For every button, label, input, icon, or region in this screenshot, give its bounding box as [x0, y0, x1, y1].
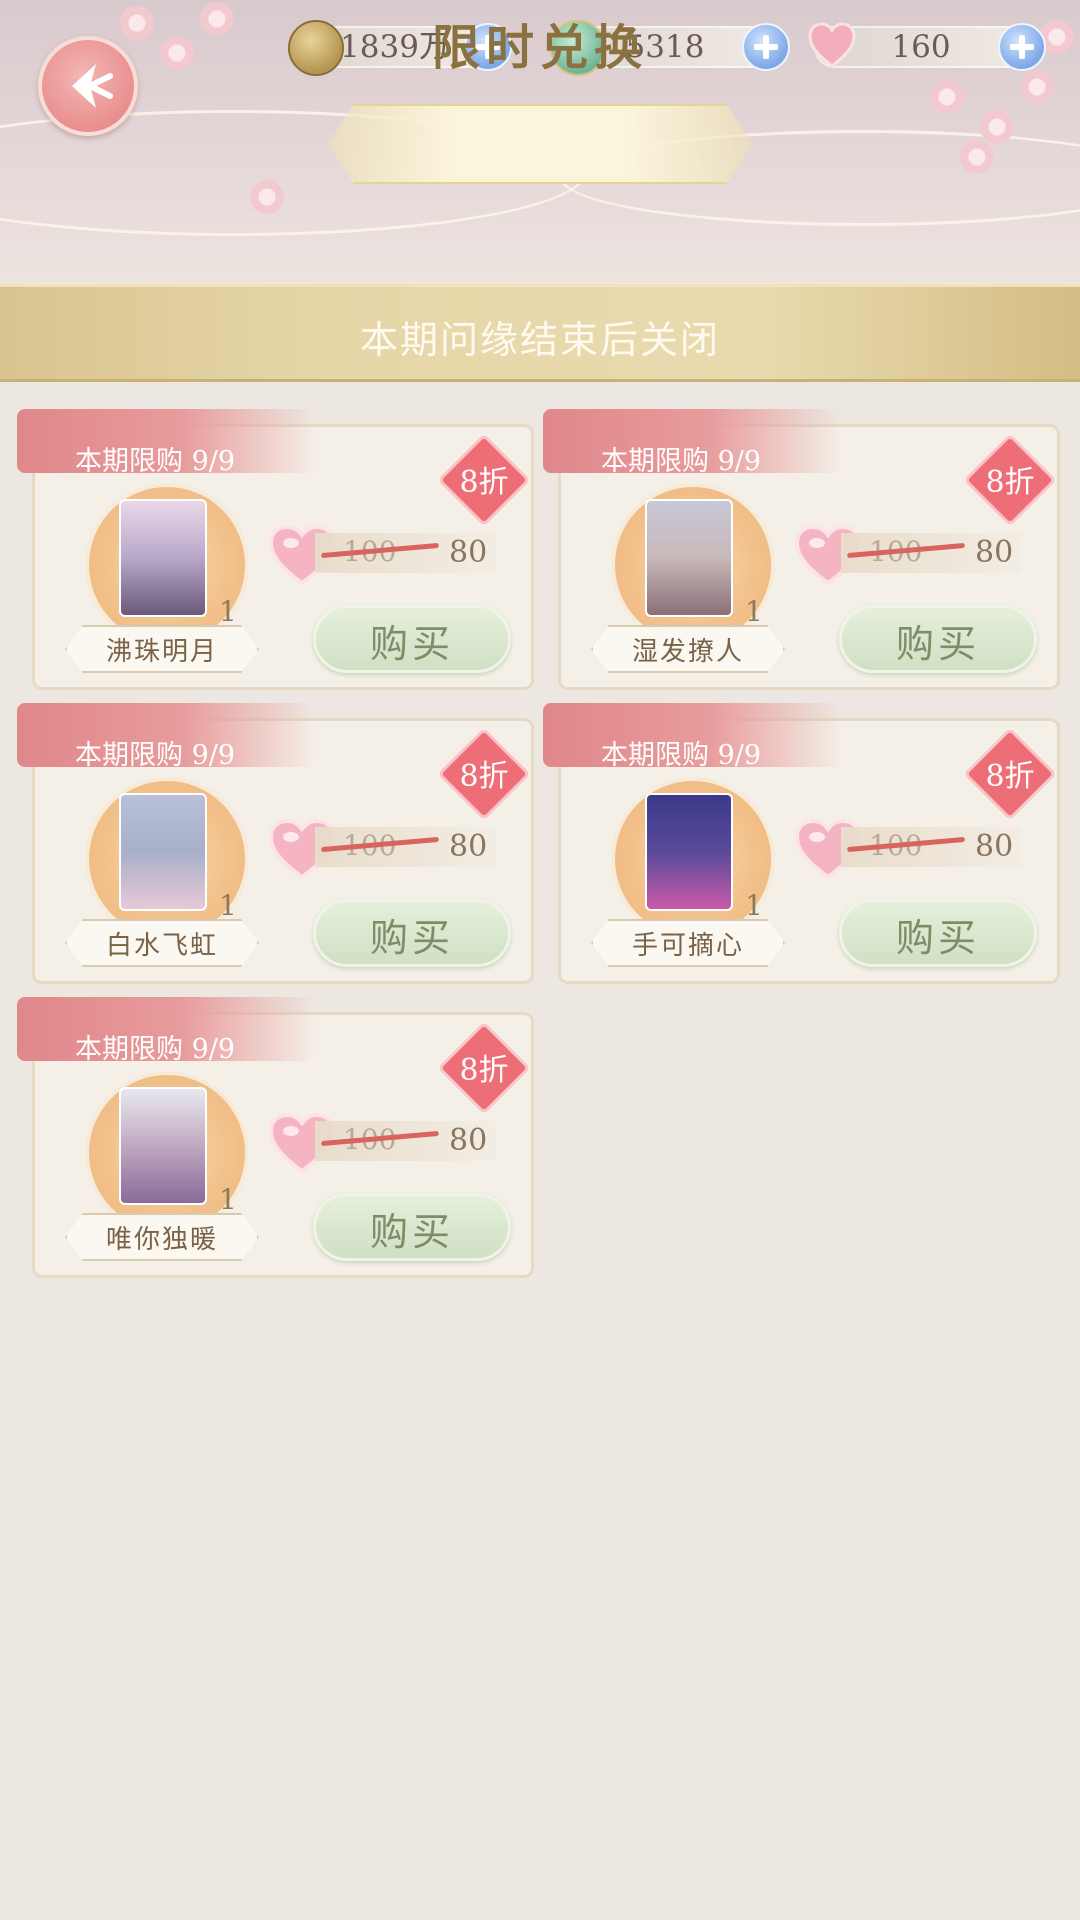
card-art[interactable] [119, 499, 207, 617]
item-name: 唯你独暖 [105, 1225, 218, 1255]
discount-label: 8折 [459, 465, 509, 500]
buy-button-label[interactable]: 购买 [313, 613, 511, 668]
buy-button-label[interactable]: 购买 [313, 1201, 511, 1256]
card-art[interactable] [645, 793, 733, 911]
item-quantity: 1 [745, 889, 763, 922]
item-quantity: 1 [219, 889, 237, 922]
purchase-limit: 本期限购 9/9 [75, 740, 236, 771]
purchase-limit: 本期限购 9/9 [601, 446, 762, 477]
item-quantity: 1 [219, 1183, 237, 1216]
sale-price: 80 [449, 1123, 488, 1158]
item-name: 沸珠明月 [105, 637, 218, 667]
blossom-decor [960, 140, 994, 174]
shop-item-card: 本期限购 9/9 8折 1 白水飞虹 100 80 购买 [17, 703, 534, 984]
blossom-decor [250, 180, 284, 214]
buy-button-label[interactable]: 购买 [313, 907, 511, 962]
purchase-limit: 本期限购 9/9 [75, 446, 236, 477]
card-art[interactable] [119, 1087, 207, 1205]
item-name: 手可摘心 [631, 931, 744, 961]
shop-item-card: 本期限购 9/9 8折 1 沸珠明月 100 80 购买 [17, 409, 534, 690]
shop-item-card: 本期限购 9/9 8折 1 手可摘心 100 80 购买 [543, 703, 1060, 984]
title-plaque [328, 104, 752, 184]
item-quantity: 1 [745, 595, 763, 628]
sale-price: 80 [975, 535, 1014, 570]
item-name: 湿发撩人 [631, 637, 744, 667]
sale-price: 80 [449, 829, 488, 864]
discount-label: 8折 [985, 465, 1035, 500]
discount-label: 8折 [985, 759, 1035, 794]
sale-price: 80 [975, 829, 1014, 864]
shop-item-card: 本期限购 9/9 8折 1 湿发撩人 100 80 购买 [543, 409, 1060, 690]
buy-button-label[interactable]: 购买 [839, 613, 1037, 668]
notice-banner: 本期问缘结束后关闭 [0, 284, 1080, 382]
blossom-decor [980, 110, 1014, 144]
discount-label: 8折 [459, 1053, 509, 1088]
header: 1839万 5318 160 限时兑换 [0, 0, 1080, 282]
blossom-decor [930, 80, 964, 114]
purchase-limit: 本期限购 9/9 [75, 1034, 236, 1065]
discount-label: 8折 [459, 759, 509, 794]
purchase-limit: 本期限购 9/9 [601, 740, 762, 771]
card-art[interactable] [645, 499, 733, 617]
page-title: 限时兑换 [431, 20, 648, 76]
sale-price: 80 [449, 535, 488, 570]
notice-text: 本期问缘结束后关闭 [359, 320, 720, 362]
shop-item-card: 本期限购 9/9 8折 1 唯你独暖 100 80 购买 [17, 997, 534, 1278]
buy-button-label[interactable]: 购买 [839, 907, 1037, 962]
item-quantity: 1 [219, 595, 237, 628]
item-name: 白水飞虹 [105, 931, 218, 961]
card-art[interactable] [119, 793, 207, 911]
